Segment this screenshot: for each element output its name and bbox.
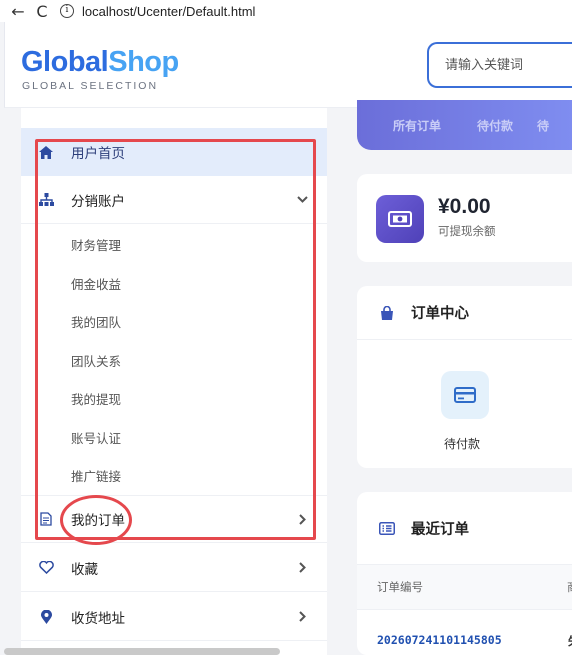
horizontal-scrollbar[interactable] [4,648,280,655]
recent-orders-header: 最近订单 [357,492,572,564]
chevron-right-icon [277,611,327,622]
submenu-item-finance[interactable]: 财务管理 [71,235,121,254]
balance-card: ¥0.00 可提现余额 [357,174,572,262]
credit-card-icon[interactable] [441,371,489,419]
logo-text-global: Global [21,46,109,78]
submenu-item-commission[interactable]: 佣金收益 [71,274,121,293]
map-marker-icon [21,609,71,624]
sidebar-item-label: 用户首页 [71,146,125,162]
chevron-right-icon [277,562,327,573]
address-bar[interactable]: i localhost/Ucenter/Default.html [60,4,255,19]
sidebar-item-favorites[interactable]: 收藏 [21,544,327,592]
order-center-card: 订单中心 待付款 [357,286,572,468]
order-center-header: 订单中心 [357,286,572,340]
sidebar-item-label: 收藏 [71,561,98,578]
table-header: 订单编号 商 [357,564,572,610]
logo-tagline: GLOBAL SELECTION [22,80,159,92]
sidebar-item-home[interactable]: 用户首页 [21,128,327,176]
sidebar-item-orders[interactable]: 我的订单 [21,495,327,543]
list-icon [379,521,395,535]
sidebar-item-address[interactable]: 收货地址 [21,593,327,641]
heart-icon [21,561,71,574]
back-arrow-icon[interactable]: ← [6,2,30,21]
site-info-icon[interactable]: i [60,4,74,18]
recent-orders-title: 最近订单 [411,521,469,538]
tab-all-orders[interactable]: 所有订单 [393,117,441,134]
search-box [427,42,572,88]
submenu-item-withdrawal[interactable]: 我的提现 [71,389,121,408]
recent-orders-card: 最近订单 订单编号 商 202607241101145805 失 [357,492,572,655]
balance-amount: ¥0.00 [438,195,491,218]
submenu-item-verification[interactable]: 账号认证 [71,428,121,447]
site-header: GlobalShop GLOBAL SELECTION [4,22,572,108]
column-header-partial: 商 [567,579,572,595]
sidebar-item-distribution[interactable]: 分销账户 [21,176,327,224]
submenu-item-promo-link[interactable]: 推广链接 [71,466,121,485]
chevron-right-icon [277,513,327,525]
sidebar-item-label: 收货地址 [71,610,125,627]
submenu-item-my-team[interactable]: 我的团队 [71,312,121,331]
browser-toolbar: ← C i localhost/Ucenter/Default.html [0,0,572,22]
chevron-down-icon[interactable] [277,196,327,203]
sitemap-icon [21,193,71,206]
order-center-title: 订单中心 [411,306,469,322]
order-status-tabs: 所有订单 待付款 待 [357,100,572,150]
order-number-link[interactable]: 202607241101145805 [377,633,502,647]
sidebar-item-label: 分销账户 [71,193,125,210]
balance-label: 可提现余额 [438,224,496,238]
shopping-bag-icon [379,305,395,320]
tab-pending-other[interactable]: 待 [537,117,549,134]
url-text: localhost/Ucenter/Default.html [82,3,256,19]
sidebar-item-label: 我的订单 [71,513,125,529]
reload-icon[interactable]: C [30,2,54,21]
home-icon [21,145,71,159]
order-partial-cell: 失 [568,633,572,649]
submenu-item-team-relations[interactable]: 团队关系 [71,351,121,370]
money-icon [376,195,424,243]
logo[interactable]: GlobalShop [21,46,179,79]
distribution-submenu [21,225,327,495]
document-icon [21,512,71,526]
logo-text-shop: Shop [108,46,179,78]
pending-payment-label[interactable]: 待付款 [444,435,480,452]
column-header-order-no: 订单编号 [377,580,423,594]
search-input[interactable] [445,44,572,86]
tab-pending-payment[interactable]: 待付款 [477,117,513,134]
sidebar: 用户首页 分销账户 财务管理 佣金收益 我的团队 团队关系 我的提现 账号认证 … [21,108,327,655]
